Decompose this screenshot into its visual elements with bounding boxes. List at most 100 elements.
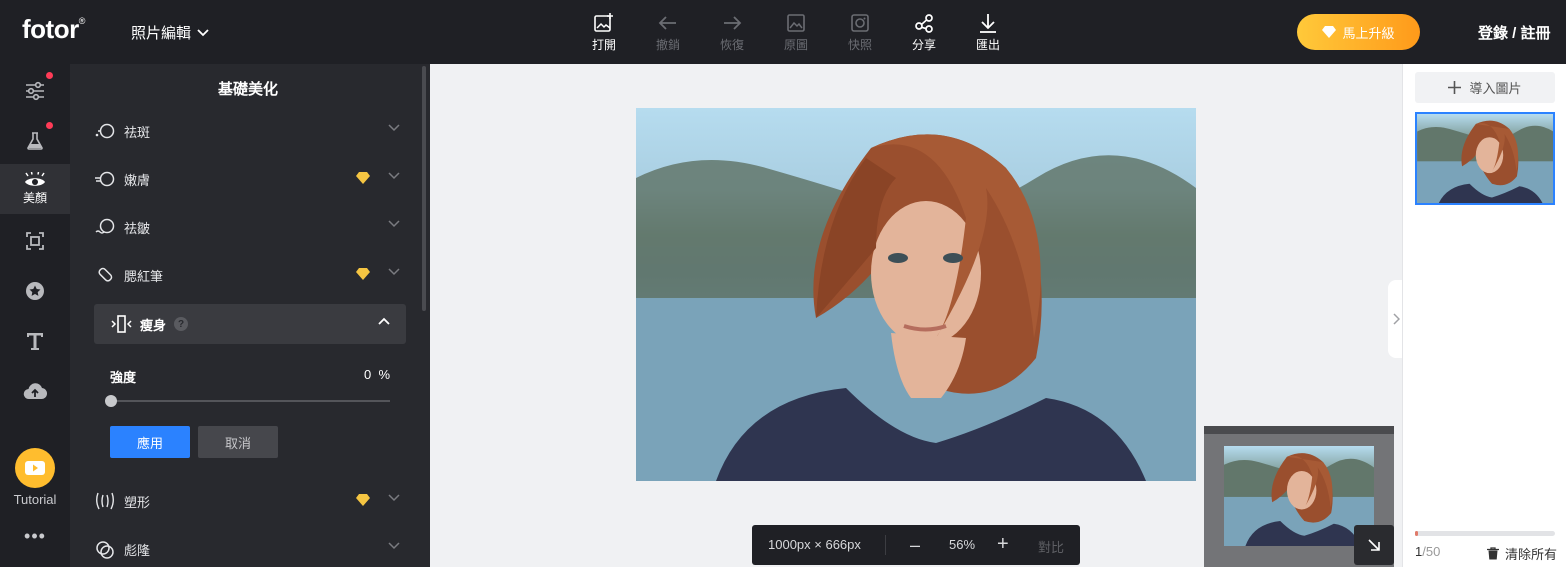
canvas-photo[interactable]: [636, 108, 1196, 481]
panel-item-label: 腮紅筆: [124, 268, 164, 284]
panel-item-label: 祛斑: [124, 124, 151, 140]
strength-label: 強度: [110, 370, 137, 385]
original-image-icon: [787, 14, 805, 32]
fotor-logo[interactable]: fotor®: [22, 14, 85, 45]
chevron-down-icon: [388, 494, 400, 502]
star-badge-icon: [26, 282, 44, 300]
open-button[interactable]: 打開: [581, 12, 627, 53]
image-list-panel: 導入圖片 1/50 清除所有: [1402, 64, 1566, 567]
panel-item-slim-expanded[interactable]: 瘦身 ?: [94, 304, 406, 344]
reshape-icon: [94, 491, 116, 511]
import-image-button[interactable]: 導入圖片: [1415, 72, 1555, 103]
chevron-down-icon: [388, 220, 400, 228]
trash-icon: [1487, 547, 1499, 560]
navigator-thumbnail[interactable]: [1224, 446, 1374, 546]
image-count: 1/50: [1415, 544, 1441, 559]
strength-slider-handle[interactable]: [105, 395, 117, 407]
tutorial-button[interactable]: Tutorial: [0, 448, 70, 507]
arrow-down-right-icon: [1368, 539, 1380, 551]
tool-label: 分享: [911, 38, 936, 52]
tool-label: 恢復: [719, 38, 744, 52]
plump-icon: [94, 539, 116, 559]
rail-item-beauty[interactable]: 美顏: [0, 164, 70, 214]
chevron-down-icon: [388, 124, 400, 132]
panel-item-label: 瘦身: [140, 317, 167, 333]
original-button[interactable]: 原圖: [773, 12, 819, 53]
wrinkle-icon: [94, 217, 116, 237]
portrait-list-image: [1417, 120, 1553, 203]
share-button[interactable]: 分享: [901, 12, 947, 53]
panel-item-label: 彪隆: [124, 542, 151, 558]
panel-item-label: 嫩膚: [124, 172, 151, 188]
premium-diamond-icon: [356, 172, 370, 184]
top-bar: fotor® 照片編輯 打開 撤銷 恢復 原圖 快照 分享 匯出 馬上升級 登錄…: [0, 0, 1566, 64]
panel-item-blemish[interactable]: 祛斑: [94, 111, 406, 151]
open-image-icon: [594, 13, 613, 32]
diamond-icon: [1322, 26, 1337, 38]
chevron-down-icon: [388, 542, 400, 550]
image-dimensions: 1000px × 666px: [768, 537, 861, 552]
more-options-icon[interactable]: •••: [0, 526, 70, 547]
image-list-thumbnail[interactable]: [1415, 112, 1555, 205]
panel-item-wrinkle[interactable]: 祛皺: [94, 207, 406, 247]
panel-item-label: 祛皺: [124, 220, 151, 236]
panel-item-reshape[interactable]: 塑形: [94, 481, 406, 521]
cancel-button[interactable]: 取消: [198, 426, 278, 458]
upgrade-button[interactable]: 馬上升級: [1297, 14, 1420, 50]
import-label: 導入圖片: [1469, 81, 1522, 96]
blush-brush-icon: [94, 265, 116, 285]
help-icon[interactable]: ?: [174, 317, 189, 331]
left-tool-rail: 美顏 Tutorial •••: [0, 64, 70, 567]
portrait-image: [636, 134, 1196, 481]
premium-diamond-icon: [356, 268, 370, 280]
redo-arrow-icon: [724, 16, 742, 30]
undo-arrow-icon: [658, 16, 676, 30]
frame-icon: [26, 232, 44, 250]
compare-button[interactable]: 對比: [1038, 537, 1064, 556]
share-icon: [915, 14, 933, 33]
clear-all-button[interactable]: 清除所有: [1487, 544, 1557, 563]
panel-item-smooth[interactable]: 嫩膚: [94, 159, 406, 199]
photo-edit-menu[interactable]: 照片編輯: [131, 22, 209, 43]
redo-button[interactable]: 恢復: [709, 12, 755, 53]
chevron-down-icon: [197, 28, 209, 36]
rail-item-text[interactable]: [0, 316, 70, 366]
image-count-progress: [1415, 531, 1555, 536]
flask-icon: [27, 132, 43, 150]
zoom-in-button[interactable]: +: [997, 533, 1009, 556]
tool-label: 匯出: [975, 38, 1000, 52]
login-register-link[interactable]: 登錄 / 註冊: [1478, 22, 1551, 43]
apply-button[interactable]: 應用: [110, 426, 190, 458]
rail-item-frames[interactable]: [0, 216, 70, 266]
rail-item-effects[interactable]: [0, 116, 70, 166]
rail-item-adjust[interactable]: [0, 66, 70, 116]
snapshot-icon: [851, 14, 869, 32]
zoom-level: 56%: [949, 537, 976, 552]
portrait-thumbnail-image: [1224, 453, 1374, 546]
smooth-skin-icon: [94, 169, 116, 189]
chevron-down-icon: [388, 172, 400, 180]
panel-item-blush[interactable]: 腮紅筆: [94, 255, 406, 295]
strength-slider-track[interactable]: [110, 400, 390, 402]
panel-title: 基礎美化: [217, 81, 278, 98]
tool-label: 原圖: [783, 38, 808, 52]
panel-item-plump[interactable]: 彪隆: [94, 529, 406, 567]
rail-item-stickers[interactable]: [0, 266, 70, 316]
rail-item-cloud[interactable]: [0, 366, 70, 416]
chevron-down-icon: [388, 268, 400, 276]
clear-all-label: 清除所有: [1505, 547, 1558, 562]
eye-icon: [25, 172, 45, 186]
zoom-out-button[interactable]: –: [910, 535, 920, 556]
plus-icon: [1448, 81, 1462, 94]
video-play-icon: [15, 448, 55, 488]
collapse-navigator-button[interactable]: [1354, 525, 1394, 565]
beauty-panel: 基礎美化 祛斑 嫩膚 祛皺 腮紅筆 瘦身 ? 強度 0 % 應用 取消 塑形 彪…: [70, 64, 430, 567]
cloud-upload-icon: [23, 383, 47, 400]
snapshot-button[interactable]: 快照: [837, 12, 883, 53]
undo-button[interactable]: 撤銷: [645, 12, 691, 53]
zoom-bar: 1000px × 666px – 56% + 對比: [752, 525, 1080, 565]
chevron-up-icon: [378, 317, 390, 325]
panel-scrollbar[interactable]: [422, 66, 426, 311]
divider: [885, 535, 886, 555]
export-button[interactable]: 匯出: [965, 12, 1011, 53]
